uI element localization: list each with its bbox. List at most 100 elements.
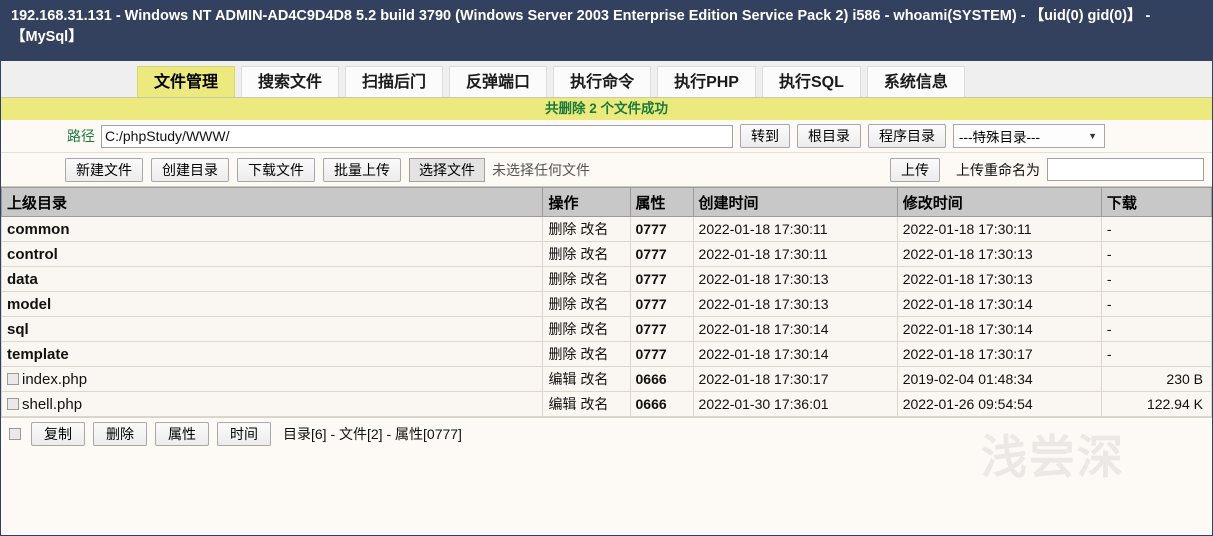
chevron-down-icon: ▼	[1088, 131, 1097, 141]
no-file-chosen-label: 未选择任何文件	[492, 161, 590, 178]
table-row: data 删除 改名 0777 2022-01-18 17:30:13 2022-01-…	[0, 266, 1213, 292]
row-modified-time-cell: 2022-01-18 17:30:14	[896, 291, 1102, 317]
tab-exec-sql[interactable]: 执行SQL	[761, 66, 861, 97]
row-created-time-cell: 2022-01-18 17:30:11	[692, 241, 898, 267]
row-delete-link[interactable]: 删除	[548, 346, 576, 362]
row-name-label[interactable]: index.php	[22, 371, 87, 388]
row-rename-link[interactable]: 改名	[580, 346, 608, 362]
row-checkbox[interactable]	[7, 397, 19, 410]
row-edit-link[interactable]: 编辑	[548, 396, 576, 412]
row-attribute-cell[interactable]: 0666	[629, 391, 694, 417]
col-attribute: 属性	[629, 187, 694, 217]
row-operations-cell: 编辑 改名	[542, 391, 631, 417]
download-file-button[interactable]: 下载文件	[237, 157, 315, 182]
row-delete-link[interactable]: 删除	[548, 246, 576, 262]
row-rename-link[interactable]: 改名	[580, 246, 608, 262]
row-name-label[interactable]: template	[7, 346, 69, 363]
tab-file-manager[interactable]: 文件管理	[137, 66, 236, 97]
row-operations-cell: 删除 改名	[542, 266, 631, 292]
directory-name-cell[interactable]: model	[0, 291, 544, 317]
row-rename-link[interactable]: 改名	[580, 396, 608, 412]
row-attribute-cell[interactable]: 0777	[629, 216, 694, 242]
table-row: control 删除 改名 0777 2022-01-18 17:30:11 2022-…	[0, 241, 1213, 267]
root-dir-button[interactable]: 根目录	[797, 124, 861, 148]
directory-name-cell[interactable]: sql	[0, 316, 544, 342]
directory-name-cell[interactable]: common	[0, 216, 544, 242]
row-created-time-cell: 2022-01-30 17:36:01	[692, 391, 898, 417]
row-attribute-cell[interactable]: 0666	[629, 366, 694, 392]
row-name-label[interactable]: common	[7, 221, 70, 238]
row-delete-link[interactable]: 删除	[548, 271, 576, 287]
choose-file-button[interactable]: 选择文件	[409, 157, 485, 182]
table-row: common 删除 改名 0777 2022-01-18 17:30:11 2022-0…	[0, 216, 1213, 242]
table-row: template 删除 改名 0777 2022-01-18 17:30:14 2022…	[0, 341, 1213, 367]
row-name-label[interactable]: control	[7, 246, 58, 263]
row-name-label[interactable]: model	[7, 296, 51, 313]
row-delete-link[interactable]: 删除	[548, 221, 576, 237]
row-rename-link[interactable]: 改名	[580, 221, 608, 237]
path-row: 路径 转到 根目录 程序目录 ---特殊目录--- ▼	[1, 120, 1212, 153]
program-dir-button[interactable]: 程序目录	[868, 124, 946, 148]
create-dir-button[interactable]: 创建目录	[151, 157, 229, 182]
tab-search-file[interactable]: 搜索文件	[241, 66, 340, 97]
status-message: 共删除 2 个文件成功	[1, 98, 1212, 120]
row-delete-link[interactable]: 删除	[548, 296, 576, 312]
table-row: model 删除 改名 0777 2022-01-18 17:30:13 2022-01…	[0, 291, 1213, 317]
row-name-label[interactable]: sql	[7, 321, 29, 338]
row-rename-link[interactable]: 改名	[580, 296, 608, 312]
row-edit-link[interactable]: 编辑	[548, 371, 576, 387]
upload-rename-label: 上传重命名为	[956, 161, 1040, 178]
time-button[interactable]: 时间	[217, 422, 271, 446]
batch-upload-button[interactable]: 批量上传	[323, 157, 401, 182]
row-rename-link[interactable]: 改名	[580, 371, 608, 387]
col-operation: 操作	[542, 187, 631, 217]
directory-name-cell[interactable]: template	[0, 341, 544, 367]
path-input[interactable]	[101, 124, 733, 148]
special-dir-select[interactable]: ---特殊目录--- ▼	[953, 124, 1105, 148]
row-attribute-cell[interactable]: 0777	[629, 266, 694, 292]
row-attribute-cell[interactable]: 0777	[629, 291, 694, 317]
row-operations-cell: 删除 改名	[542, 291, 631, 317]
special-dir-selected-value: ---特殊目录---	[959, 130, 1040, 145]
row-name-label[interactable]: shell.php	[22, 396, 82, 413]
file-list-body: common 删除 改名 0777 2022-01-18 17:30:11 2022-0…	[0, 216, 1213, 417]
col-modified-time: 修改时间	[896, 187, 1102, 217]
row-download-cell: -	[1100, 216, 1213, 242]
row-checkbox[interactable]	[7, 372, 19, 385]
upload-rename-input[interactable]	[1047, 158, 1204, 181]
file-name-cell[interactable]: shell.php	[0, 391, 544, 417]
new-file-button[interactable]: 新建文件	[65, 157, 143, 182]
row-download-cell: -	[1100, 266, 1213, 292]
row-download-cell[interactable]: 230 B	[1100, 366, 1213, 392]
row-rename-link[interactable]: 改名	[580, 271, 608, 287]
row-attribute-cell[interactable]: 0777	[629, 241, 694, 267]
directory-name-cell[interactable]: data	[0, 266, 544, 292]
copy-button[interactable]: 复制	[31, 422, 85, 446]
row-modified-time-cell: 2022-01-18 17:30:11	[896, 216, 1102, 242]
tab-system-info[interactable]: 系统信息	[866, 66, 965, 97]
row-attribute-cell[interactable]: 0777	[629, 341, 694, 367]
delete-button[interactable]: 删除	[93, 422, 147, 446]
directory-name-cell[interactable]: control	[0, 241, 544, 267]
tab-bar: 文件管理 搜索文件 扫描后门 反弹端口 执行命令 执行PHP 执行SQL 系统信…	[1, 61, 1212, 98]
row-operations-cell: 删除 改名	[542, 341, 631, 367]
select-all-checkbox[interactable]	[9, 428, 21, 440]
file-name-cell[interactable]: index.php	[0, 366, 544, 392]
tab-exec-php[interactable]: 执行PHP	[657, 66, 756, 97]
goto-button[interactable]: 转到	[740, 124, 790, 148]
row-modified-time-cell: 2022-01-26 09:54:54	[896, 391, 1102, 417]
row-download-cell: -	[1100, 316, 1213, 342]
row-download-cell[interactable]: 122.94 K	[1100, 391, 1213, 417]
tab-scan-backdoor[interactable]: 扫描后门	[345, 66, 444, 97]
row-operations-cell: 删除 改名	[542, 316, 631, 342]
tab-exec-command[interactable]: 执行命令	[553, 66, 652, 97]
table-header-row: 上级目录 操作 属性 创建时间 修改时间 下载	[0, 187, 1213, 217]
attribute-button[interactable]: 属性	[155, 422, 209, 446]
tab-reverse-port[interactable]: 反弹端口	[449, 66, 548, 97]
row-delete-link[interactable]: 删除	[548, 321, 576, 337]
row-name-label[interactable]: data	[7, 271, 38, 288]
col-parent-dir[interactable]: 上级目录	[0, 187, 544, 217]
row-rename-link[interactable]: 改名	[580, 321, 608, 337]
row-attribute-cell[interactable]: 0777	[629, 316, 694, 342]
upload-button[interactable]: 上传	[890, 157, 940, 182]
